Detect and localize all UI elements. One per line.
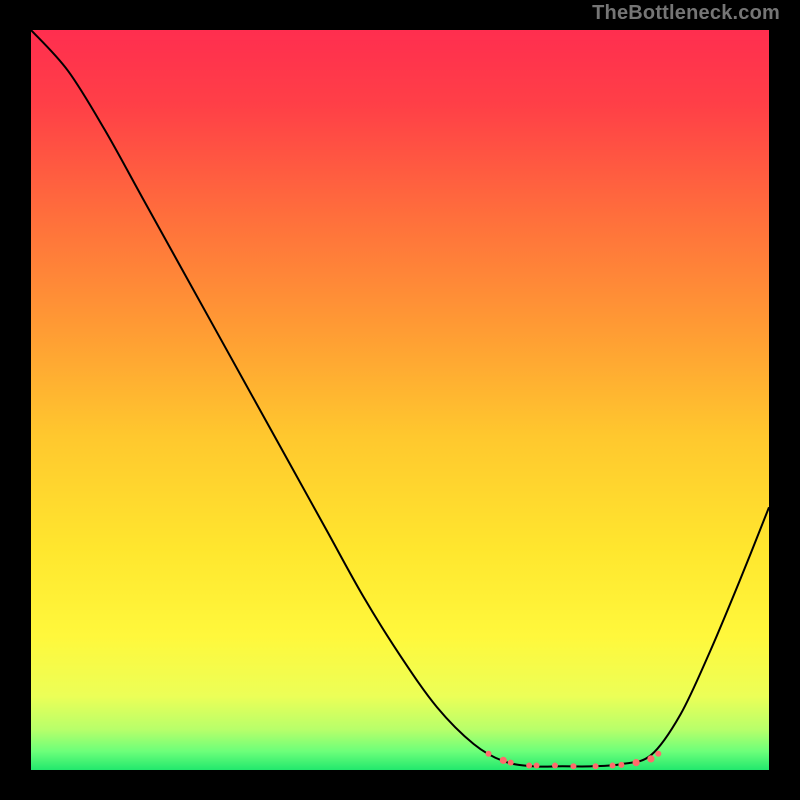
- accent-point: [610, 763, 616, 769]
- accent-point: [500, 757, 507, 764]
- accent-point: [570, 763, 576, 769]
- attribution-text: TheBottleneck.com: [592, 2, 780, 25]
- accent-point: [526, 763, 532, 769]
- accent-point: [552, 763, 558, 769]
- accent-point: [593, 763, 599, 769]
- accent-point: [486, 751, 492, 757]
- accent-point: [534, 763, 540, 769]
- plot-area: [31, 30, 769, 770]
- accent-point: [618, 762, 624, 768]
- chart-frame: TheBottleneck.com: [0, 0, 800, 800]
- bottleneck-curve-chart: [31, 30, 769, 770]
- accent-point: [633, 759, 640, 766]
- accent-point: [508, 760, 514, 766]
- accent-point: [655, 751, 661, 757]
- accent-point: [647, 755, 654, 762]
- gradient-background: [31, 30, 769, 770]
